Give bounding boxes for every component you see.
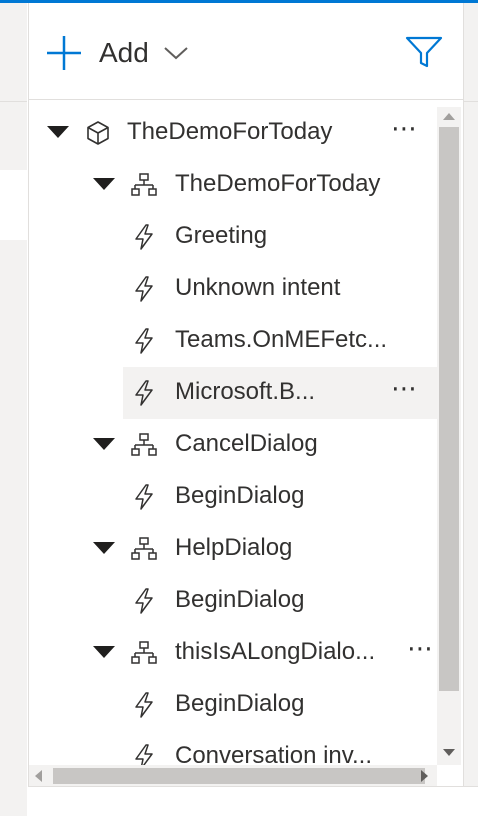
filter-icon[interactable] xyxy=(405,35,443,69)
expand-caret-icon[interactable] xyxy=(93,542,115,554)
lightning-icon xyxy=(131,275,157,303)
tree-item-trigger[interactable]: Greeting xyxy=(29,211,437,263)
tree-item-trigger[interactable]: Conversation inv... xyxy=(29,731,437,765)
tree-item-bot[interactable]: TheDemoForToday ⋯ xyxy=(29,107,437,159)
tree-item-label: Unknown intent xyxy=(175,274,341,301)
dialog-tree: TheDemoForToday ⋯ TheDemoForToday Greeting U… xyxy=(29,107,437,765)
lightning-icon xyxy=(131,327,157,355)
right-divider xyxy=(463,101,478,102)
right-background-pane xyxy=(463,3,478,816)
scroll-right-arrow-icon[interactable] xyxy=(421,770,428,782)
tree-item-trigger[interactable]: Teams.OnMEFetc... xyxy=(29,315,437,367)
tree-item-label: CancelDialog xyxy=(175,430,318,457)
left-divider xyxy=(0,101,27,102)
more-options-button[interactable]: ⋯ xyxy=(391,373,419,404)
scroll-down-arrow-icon[interactable] xyxy=(443,749,455,756)
tree-item-label: Microsoft.B... xyxy=(175,378,316,405)
project-tree-panel: Add TheDemoForToday ⋯ TheDemoForToday Greet… xyxy=(28,3,464,787)
tree-item-label: BeginDialog xyxy=(175,690,305,717)
tree-item-trigger[interactable]: BeginDialog xyxy=(29,679,437,731)
bottom-bar xyxy=(28,786,478,817)
tree-item-trigger[interactable]: Unknown intent xyxy=(29,263,437,315)
tree-item-dialog[interactable]: CancelDialog xyxy=(29,419,437,471)
more-options-button[interactable]: ⋯ xyxy=(391,113,419,144)
vertical-scroll-thumb[interactable] xyxy=(439,127,459,691)
tree-item-label: Greeting xyxy=(175,222,268,249)
tree-item-label: Teams.OnMEFetc... xyxy=(175,326,388,353)
tree-item-trigger[interactable]: BeginDialog xyxy=(29,575,437,627)
expand-caret-icon[interactable] xyxy=(93,438,115,450)
lightning-icon xyxy=(131,743,157,765)
horizontal-scrollbar[interactable] xyxy=(29,765,437,787)
scroll-up-arrow-icon[interactable] xyxy=(443,113,455,120)
cube-icon xyxy=(85,119,111,147)
org-chart-icon xyxy=(131,171,157,199)
vertical-scrollbar[interactable] xyxy=(437,107,461,765)
tree-toolbar: Add xyxy=(29,3,463,100)
tree-item-dialog[interactable]: thisIsALongDialo... ⋯ xyxy=(29,627,437,679)
add-button-label: Add xyxy=(99,37,149,68)
tree-item-label: HelpDialog xyxy=(175,534,293,561)
tree-item-label: BeginDialog xyxy=(175,482,305,509)
lightning-icon xyxy=(131,691,157,719)
lightning-icon xyxy=(131,223,157,251)
lightning-icon xyxy=(131,483,157,511)
tree-item-label: BeginDialog xyxy=(175,586,305,613)
add-button[interactable]: Add xyxy=(45,31,189,75)
tree-item-label: Conversation inv... xyxy=(175,742,372,765)
expand-caret-icon[interactable] xyxy=(93,646,115,658)
org-chart-icon xyxy=(131,535,157,563)
tree-item-trigger[interactable]: Microsoft.B... ⋯ xyxy=(123,367,437,419)
tree-item-dialog[interactable]: TheDemoForToday xyxy=(29,159,437,211)
left-highlight-area xyxy=(0,170,27,240)
expand-caret-icon[interactable] xyxy=(93,178,115,190)
tree-item-dialog[interactable]: HelpDialog xyxy=(29,523,437,575)
lightning-icon xyxy=(131,379,157,407)
lightning-icon xyxy=(131,587,157,615)
expand-caret-icon[interactable] xyxy=(47,126,69,138)
horizontal-scroll-thumb[interactable] xyxy=(53,768,425,784)
org-chart-icon xyxy=(131,639,157,667)
chevron-down-icon xyxy=(164,47,188,60)
tree-item-label: thisIsALongDialo... xyxy=(175,638,376,665)
org-chart-icon xyxy=(131,431,157,459)
tree-item-trigger[interactable]: BeginDialog xyxy=(29,471,437,523)
tree-item-label: TheDemoForToday xyxy=(127,118,333,145)
scroll-left-arrow-icon[interactable] xyxy=(35,770,42,782)
left-background-pane xyxy=(0,3,27,816)
more-options-button[interactable]: ⋯ xyxy=(407,633,435,664)
tree-item-label: TheDemoForToday xyxy=(175,170,381,197)
plus-icon xyxy=(47,36,81,70)
